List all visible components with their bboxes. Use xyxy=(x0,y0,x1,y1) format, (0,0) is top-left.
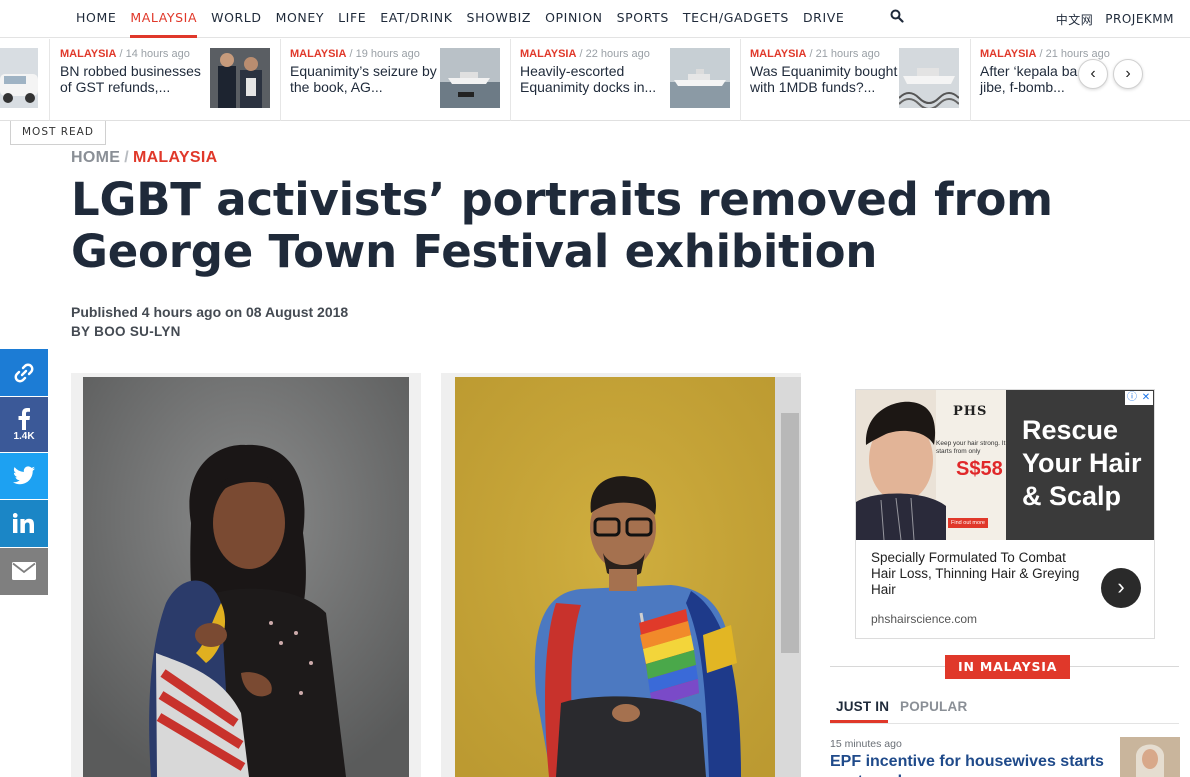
article-photo-portrait-man xyxy=(441,373,801,777)
linkedin-icon xyxy=(13,513,34,533)
ticker-tag: MALAYSIA xyxy=(980,48,1037,60)
ticker-tag: MALAYSIA xyxy=(750,48,807,60)
ad-headline: Rescue Your Hair & Scalp xyxy=(1022,415,1142,511)
ad-image: PHS Keep your hair strong. It starts fro… xyxy=(856,390,1006,540)
email-icon xyxy=(12,562,36,580)
ad-close-icon[interactable]: ✕ xyxy=(1139,391,1153,405)
share-link-button[interactable] xyxy=(0,349,48,396)
advertisement[interactable]: PHS Keep your hair strong. It starts fro… xyxy=(855,389,1155,639)
ticker-time: / 19 hours ago xyxy=(346,48,420,60)
ticker-next-button[interactable]: › xyxy=(1113,59,1143,89)
nav-item-drive[interactable]: DRIVE xyxy=(803,0,844,38)
link-icon xyxy=(14,363,34,383)
author-byline[interactable]: BY BOO SU-LYN xyxy=(71,324,181,339)
nav-menu: HOME MALAYSIA WORLD MONEY LIFE EAT/DRINK… xyxy=(76,0,858,38)
ticker-time: / 14 hours ago xyxy=(116,48,190,60)
published-date: Published 4 hours ago on 08 August 2018 xyxy=(71,304,349,320)
story-time: 15 minutes ago xyxy=(830,738,902,750)
ticker-title: Was Equanimity bought with 1MDB funds?..… xyxy=(750,63,898,95)
ticker-title: BN robbed businesses of GST refunds,... xyxy=(60,63,201,95)
ticker-prev-button[interactable]: ‹ xyxy=(1078,59,1108,89)
ticker-time: / 21 hours ago xyxy=(1036,48,1110,60)
nav-item-money[interactable]: MONEY xyxy=(276,0,325,38)
ticker-card[interactable]: MALAYSIA / 14 hours ago BN robbed busine… xyxy=(50,39,281,121)
ad-small-text: Keep your hair strong. It starts from on… xyxy=(936,440,1006,455)
ticker-time: / 21 hours ago xyxy=(806,48,880,60)
most-read-tab[interactable]: MOST READ xyxy=(10,121,106,145)
ticker-thumbnail xyxy=(0,48,38,108)
story-thumbnail[interactable] xyxy=(1120,737,1180,777)
projekmm-link[interactable]: PROJEKMM xyxy=(1105,12,1174,26)
breadcrumb-category[interactable]: MALAYSIA xyxy=(133,149,218,166)
section-label: IN MALAYSIA xyxy=(945,655,1071,679)
ad-find-out-button[interactable]: Find out more xyxy=(948,518,988,528)
ad-price: S$58 xyxy=(956,458,1003,480)
ticker-thumbnail xyxy=(440,48,500,108)
share-facebook-button[interactable]: 1.4K xyxy=(0,397,48,452)
ticker-thumbnail xyxy=(899,48,959,108)
facebook-icon xyxy=(18,408,30,430)
share-linkedin-button[interactable] xyxy=(0,500,48,547)
ad-brand-logo: PHS xyxy=(953,404,988,419)
ticker-card[interactable]: MALAYSIA / 22 hours ago Heavily-escorted… xyxy=(511,39,741,121)
search-icon[interactable] xyxy=(890,9,906,25)
ticker-card[interactable]: MALAYSIA / 21 hours ago Was Equanimity b… xyxy=(741,39,971,121)
breadcrumb-separator: / xyxy=(124,149,129,166)
ad-arrow-button[interactable]: › xyxy=(1101,568,1141,608)
ticker-tag: MALAYSIA xyxy=(520,48,577,60)
article-headline: LGBT activists’ portraits removed from G… xyxy=(71,173,1053,278)
nav-item-world[interactable]: WORLD xyxy=(211,0,261,38)
ticker-tag: MALAYSIA xyxy=(290,48,347,60)
breadcrumb-home[interactable]: HOME xyxy=(71,149,120,166)
headline-ticker: MALAYSIA / 14 hours ago BN robbed busine… xyxy=(0,39,1190,121)
breadcrumb: HOME / MALAYSIA xyxy=(71,149,217,167)
nav-right-links: 中文网 PROJEKMM xyxy=(1044,0,1174,38)
share-twitter-button[interactable] xyxy=(0,453,48,499)
tab-just-in[interactable]: JUST IN xyxy=(836,699,889,714)
nav-item-malaysia[interactable]: MALAYSIA xyxy=(130,0,198,38)
chinese-edition-link[interactable]: 中文网 xyxy=(1056,11,1094,28)
ad-choices[interactable]: ⓘ ✕ xyxy=(1125,391,1153,405)
ticker-thumbnail xyxy=(210,48,270,108)
facebook-share-count: 1.4K xyxy=(13,431,35,442)
nav-item-opinion[interactable]: OPINION xyxy=(545,0,603,38)
top-navigation: HOME MALAYSIA WORLD MONEY LIFE EAT/DRINK… xyxy=(0,0,1190,38)
ticker-title: Equanimity’s seizure by the book, AG... xyxy=(290,63,437,95)
ticker-title: Heavily-escorted Equanimity docks in... xyxy=(520,63,657,95)
ticker-card[interactable]: MALAYSIA / 19 hours ago Equanimity’s sei… xyxy=(281,39,511,121)
ad-url[interactable]: phshairscience.com xyxy=(871,612,977,626)
ticker-tag: MALAYSIA xyxy=(60,48,117,60)
nav-item-eat-drink[interactable]: EAT/DRINK xyxy=(380,0,452,38)
tab-popular[interactable]: POPULAR xyxy=(900,699,967,714)
ticker-time: / 22 hours ago xyxy=(576,48,650,60)
nav-item-tech-gadgets[interactable]: TECH/GADGETS xyxy=(683,0,789,38)
ad-headline-panel: Rescue Your Hair & Scalp xyxy=(1006,390,1154,540)
story-title[interactable]: EPF incentive for housewives starts next… xyxy=(830,752,1110,777)
nav-item-sports[interactable]: SPORTS xyxy=(617,0,669,38)
ad-info-icon[interactable]: ⓘ xyxy=(1125,391,1139,405)
nav-item-life[interactable]: LIFE xyxy=(338,0,366,38)
article-photo-portrait-woman xyxy=(71,373,421,777)
nav-item-home[interactable]: HOME xyxy=(76,0,116,38)
ad-copy: Specially Formulated To Combat Hair Loss… xyxy=(871,550,1080,597)
ticker-thumbnail xyxy=(670,48,730,108)
tabs-divider xyxy=(830,723,1179,724)
ticker-card-partial[interactable] xyxy=(0,39,50,121)
nav-item-showbiz[interactable]: SHOWBIZ xyxy=(467,0,532,38)
share-email-button[interactable] xyxy=(0,548,48,595)
twitter-icon xyxy=(13,466,35,485)
